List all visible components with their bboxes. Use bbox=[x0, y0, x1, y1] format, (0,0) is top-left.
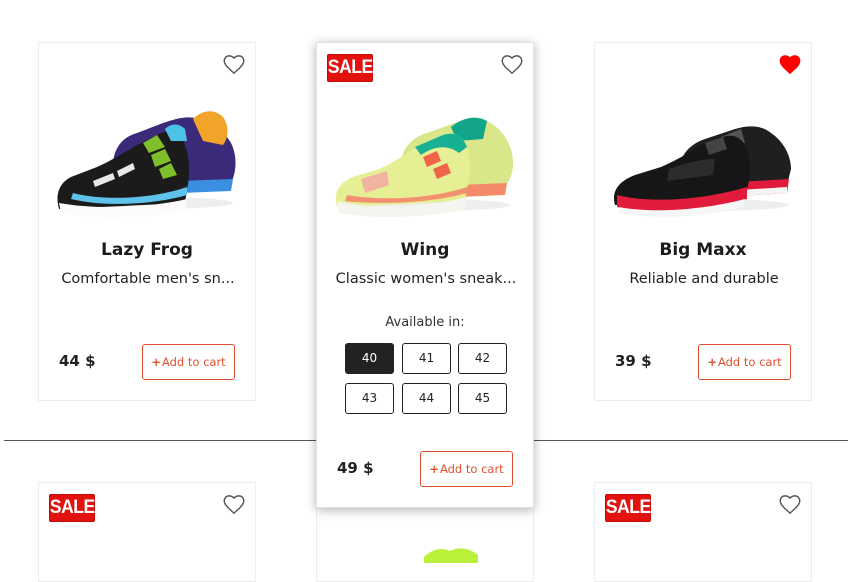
product-image[interactable] bbox=[609, 83, 799, 223]
heart-icon[interactable] bbox=[499, 51, 525, 77]
add-to-cart-label: Add to cart bbox=[439, 462, 504, 476]
product-description: Classic women's sneak... bbox=[335, 271, 517, 287]
size-option-43[interactable]: 43 bbox=[345, 383, 394, 414]
heart-filled-icon[interactable] bbox=[777, 51, 803, 77]
size-option-45[interactable]: 45 bbox=[458, 383, 507, 414]
size-option-40[interactable]: 40 bbox=[345, 343, 394, 374]
sale-badge: SALE bbox=[605, 494, 651, 522]
available-sizes-label: Available in: bbox=[385, 315, 465, 330]
heart-icon[interactable] bbox=[221, 51, 247, 77]
product-card-lazy-frog[interactable]: Lazy Frog Comfortable men's sn... 44 $ +… bbox=[38, 42, 256, 401]
add-to-cart-label: Add to cart bbox=[717, 355, 782, 369]
product-card-big-maxx[interactable]: Big Maxx Reliable and durable 39 $ +Add … bbox=[594, 42, 812, 401]
sneaker-image bbox=[613, 126, 791, 217]
product-description: Reliable and durable bbox=[629, 271, 779, 287]
sneaker-image bbox=[57, 111, 236, 218]
product-card[interactable]: SALE bbox=[594, 482, 812, 582]
product-name[interactable]: Wing bbox=[317, 240, 533, 260]
product-image[interactable] bbox=[53, 83, 243, 223]
product-card-wing[interactable]: SALE Wing Classic women's sneak... Avail… bbox=[316, 42, 534, 508]
sneaker-image bbox=[424, 548, 478, 563]
sale-badge: SALE bbox=[327, 54, 373, 82]
product-card[interactable]: SALE bbox=[38, 482, 256, 582]
product-price: 49 $ bbox=[337, 459, 374, 477]
product-image[interactable] bbox=[331, 83, 521, 223]
product-name[interactable]: Lazy Frog bbox=[39, 240, 255, 260]
heart-icon[interactable] bbox=[221, 491, 247, 517]
product-price: 39 $ bbox=[615, 352, 652, 370]
sneaker-image bbox=[335, 117, 513, 218]
add-to-cart-button[interactable]: +Add to cart bbox=[142, 344, 235, 380]
size-option-42[interactable]: 42 bbox=[458, 343, 507, 374]
plus-icon: + bbox=[707, 355, 717, 369]
add-to-cart-button[interactable]: +Add to cart bbox=[698, 344, 791, 380]
heart-icon[interactable] bbox=[777, 491, 803, 517]
product-price: 44 $ bbox=[59, 352, 96, 370]
product-description: Comfortable men's sn... bbox=[61, 271, 235, 287]
add-to-cart-button[interactable]: +Add to cart bbox=[420, 451, 513, 487]
plus-icon: + bbox=[151, 355, 161, 369]
plus-icon: + bbox=[429, 462, 439, 476]
add-to-cart-label: Add to cart bbox=[161, 355, 226, 369]
size-option-41[interactable]: 41 bbox=[402, 343, 451, 374]
sale-badge: SALE bbox=[49, 494, 95, 522]
size-option-44[interactable]: 44 bbox=[402, 383, 451, 414]
product-name[interactable]: Big Maxx bbox=[595, 240, 811, 260]
